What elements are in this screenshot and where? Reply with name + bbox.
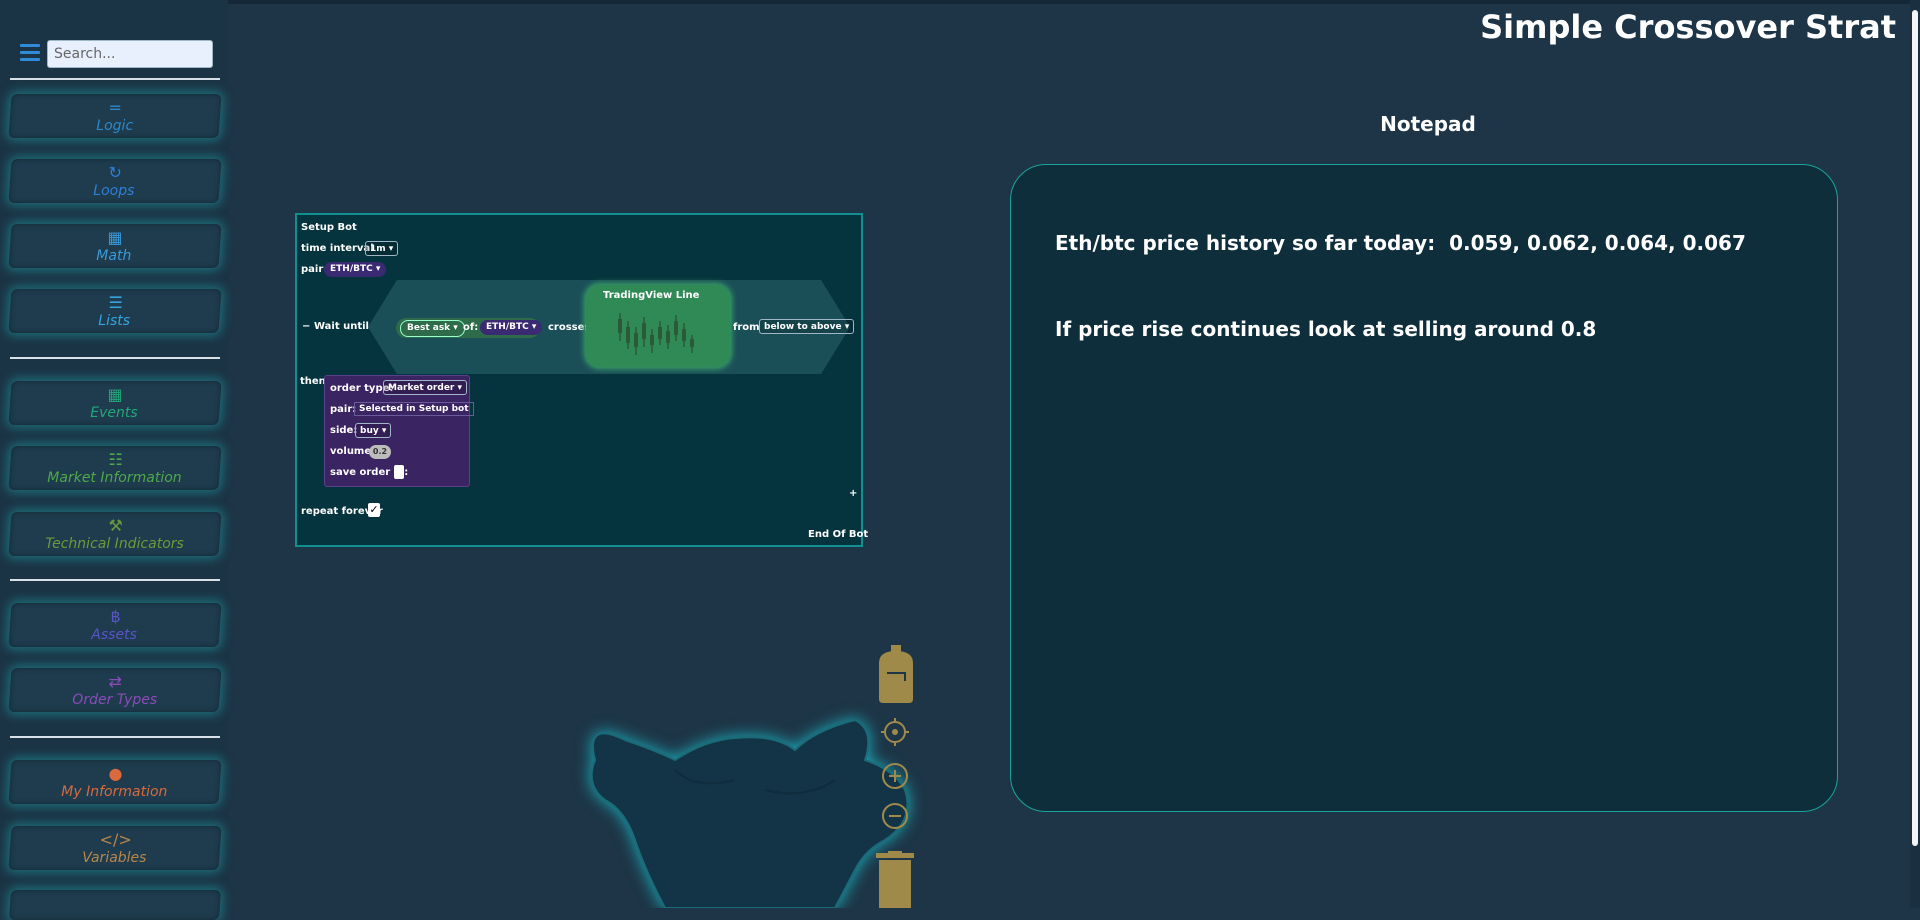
divider (10, 78, 220, 80)
crosshair-icon[interactable] (880, 717, 910, 747)
notepad-line: If price rise continues look at selling … (1055, 317, 1597, 341)
pair-dropdown[interactable]: ETH/BTC (324, 262, 387, 277)
then-label: then (300, 376, 326, 387)
category-label: Market Information (47, 469, 182, 486)
price-type-value: Best ask (407, 323, 451, 333)
of-pair-value: ETH/BTC (486, 322, 529, 332)
chart-icon: ☷ (108, 449, 123, 469)
divider (10, 357, 220, 359)
pair-value: ETH/BTC (330, 264, 373, 274)
zoom-out-icon[interactable] (880, 801, 910, 831)
category-label: Order Types (71, 691, 157, 708)
side-dropdown[interactable]: buy (355, 423, 392, 438)
arrows-icon: ⇄ (108, 671, 123, 691)
divider (10, 736, 220, 738)
category-label: Loops (93, 182, 135, 199)
tradingview-line-title: TradingView Line (603, 290, 700, 301)
category-label: My Information (61, 783, 168, 800)
save-order-id-input[interactable] (394, 465, 404, 479)
notepad-line: Eth/btc price history so far today: 0.05… (1055, 231, 1746, 255)
volume-label: volume (330, 446, 372, 457)
collapse-button[interactable]: − (302, 321, 310, 332)
side-label: side: (330, 425, 358, 436)
price-type-dropdown[interactable]: Best ask (400, 320, 465, 337)
category-order-types[interactable]: ⇄ Order Types (8, 668, 222, 712)
category-partial[interactable] (8, 890, 222, 920)
setup-bot-title: Setup Bot (301, 222, 357, 233)
code-icon: </> (99, 829, 132, 849)
equals-icon: = (108, 97, 123, 117)
order-pair-label: pair: (330, 404, 357, 415)
page-title: Simple Crossover Strat (1480, 8, 1896, 46)
wait-until-label: Wait until (314, 321, 369, 332)
category-label: Logic (95, 117, 133, 134)
search-input[interactable] (47, 40, 213, 68)
divider (10, 579, 220, 581)
order-pair-value: Selected in Setup bot (354, 402, 474, 416)
order-type-value: Market order (388, 383, 455, 393)
side-value: buy (360, 426, 379, 436)
direction-value: below to above (764, 322, 842, 332)
page-scrollbar[interactable] (1910, 0, 1920, 908)
scrollbar-thumb[interactable] (1912, 10, 1918, 846)
category-market-information[interactable]: ☷ Market Information (8, 446, 222, 490)
from-label: from (733, 322, 760, 333)
of-pair-dropdown[interactable]: ETH/BTC (480, 320, 543, 335)
loop-icon: ↻ (108, 162, 123, 182)
time-interval-dropdown[interactable]: 1m (365, 241, 399, 256)
category-events[interactable]: ▦ Events (8, 381, 222, 425)
list-icon: ☰ (108, 292, 123, 312)
sidebar: = Logic ↻ Loops ▦ Math ☰ Lists ▦ Events … (0, 0, 228, 920)
category-my-information[interactable]: ● My Information (8, 760, 222, 804)
category-label: Events (90, 404, 139, 421)
category-label: Math (96, 247, 132, 264)
category-label: Assets (91, 626, 138, 643)
category-assets[interactable]: ฿ Assets (8, 603, 222, 647)
order-type-dropdown[interactable]: Market order (383, 380, 468, 395)
category-loops[interactable]: ↻ Loops (8, 159, 222, 203)
volume-input[interactable]: 0.2 (369, 445, 391, 459)
category-technical-indicators[interactable]: ⚒ Technical Indicators (8, 512, 222, 556)
wrench-icon: ⚒ (108, 515, 123, 535)
time-interval-value: 1m (370, 244, 386, 254)
category-label: Variables (82, 849, 147, 866)
bitcoin-icon: ฿ (110, 606, 121, 626)
category-label: Lists (98, 312, 131, 329)
tradingview-line-block[interactable]: TradingView Line (586, 285, 730, 367)
category-label: Technical Indicators (45, 535, 184, 552)
crosses-label: crosses (548, 322, 591, 333)
category-math[interactable]: ▦ Math (8, 224, 222, 268)
menu-icon[interactable] (20, 44, 40, 62)
end-of-bot-label: End Of Bot (808, 529, 869, 540)
pair-label: pair (301, 264, 324, 275)
category-logic[interactable]: = Logic (8, 94, 222, 138)
of-label: of: (463, 322, 479, 333)
category-variables[interactable]: </> Variables (8, 826, 222, 870)
direction-dropdown[interactable]: below to above (759, 319, 855, 334)
repeat-forever-checkbox[interactable]: ✓ (368, 503, 380, 517)
user-icon: ● (108, 763, 123, 783)
zoom-in-icon[interactable] (880, 761, 910, 791)
add-plus-button[interactable]: + (849, 488, 857, 499)
top-bar (0, 0, 1920, 4)
notepad-textarea[interactable]: Eth/btc price history so far today: 0.05… (1010, 164, 1838, 812)
calendar-icon: ▦ (108, 384, 124, 404)
category-lists[interactable]: ☰ Lists (8, 289, 222, 333)
backpack-icon[interactable] (875, 643, 917, 705)
candlestick-icon (618, 313, 694, 355)
time-interval-label: time interval (301, 243, 374, 254)
trash-icon[interactable] (874, 851, 916, 908)
calculator-icon: ▦ (108, 227, 124, 247)
notepad-title: Notepad (1380, 112, 1476, 136)
